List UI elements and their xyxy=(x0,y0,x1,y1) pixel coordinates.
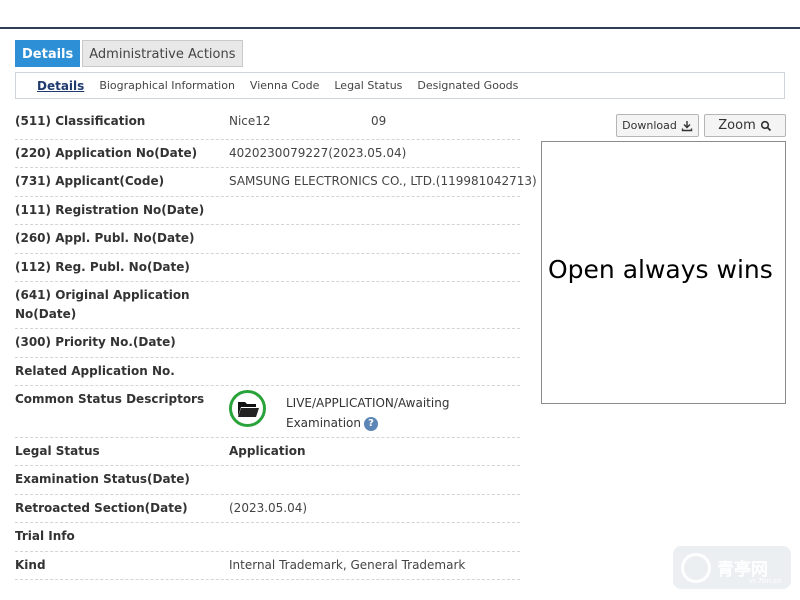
watermark-subtext: vr.7tin.cn xyxy=(749,577,782,585)
row-label: (731) Applicant(Code) xyxy=(15,174,165,188)
table-row: Retroacted Section(Date) (2023.05.04) xyxy=(15,495,520,523)
watermark-logo-icon xyxy=(681,552,711,583)
subtab-details[interactable]: Details xyxy=(37,79,84,93)
search-icon xyxy=(760,120,771,131)
table-row: Related Application No. xyxy=(15,358,520,386)
sub-tabs: Details Biographical Information Vienna … xyxy=(15,72,785,99)
row-value: Nice12 xyxy=(229,114,271,128)
folder-open-icon xyxy=(229,390,266,427)
row-label: (260) Appl. Publ. No(Date) xyxy=(15,231,195,245)
row-label: (112) Reg. Publ. No(Date) xyxy=(15,260,190,274)
zoom-button[interactable]: Zoom xyxy=(704,114,786,137)
table-row: Common Status Descriptors LIVE/APPLICATI… xyxy=(15,386,520,438)
row-label: (300) Priority No.(Date) xyxy=(15,335,176,349)
row-label: Common Status Descriptors xyxy=(15,392,205,406)
download-button[interactable]: Download xyxy=(616,114,699,137)
row-label-continued: No(Date) xyxy=(15,307,77,321)
header-divider xyxy=(0,27,800,29)
tab-administrative-actions[interactable]: Administrative Actions xyxy=(82,40,243,67)
row-label: Kind xyxy=(15,558,46,572)
status-descriptor: LIVE/APPLICATION/Awaiting Examination? xyxy=(286,393,486,433)
table-row: Trial Info xyxy=(15,523,520,552)
row-label: (220) Application No(Date) xyxy=(15,146,198,160)
row-value: 4020230079227(2023.05.04) xyxy=(229,146,407,160)
row-value: Internal Trademark, General Trademark xyxy=(229,558,466,572)
table-row: (112) Reg. Publ. No(Date) xyxy=(15,254,520,282)
row-value: SAMSUNG ELECTRONICS CO., LTD.(1199810427… xyxy=(229,174,537,188)
table-row: (511) Classification Nice12 09 xyxy=(15,108,520,140)
row-label: Legal Status xyxy=(15,444,100,458)
table-row: (300) Priority No.(Date) xyxy=(15,329,520,358)
table-row: Examination Status(Date) xyxy=(15,466,520,495)
main-tabs: Details Administrative Actions xyxy=(15,40,243,67)
status-text-line2: Examination xyxy=(286,416,362,430)
download-icon xyxy=(681,120,693,131)
row-value-secondary: 09 xyxy=(371,114,387,128)
subtab-biographical-information[interactable]: Biographical Information xyxy=(99,79,235,92)
table-row: Legal Status Application xyxy=(15,438,520,466)
table-row: (260) Appl. Publ. No(Date) xyxy=(15,225,520,254)
details-table: (511) Classification Nice12 09 (220) App… xyxy=(15,108,537,580)
status-text-line1: LIVE/APPLICATION/Awaiting xyxy=(286,396,450,410)
row-label: (641) Original Application xyxy=(15,288,190,302)
row-label: (511) Classification xyxy=(15,114,146,128)
download-label: Download xyxy=(622,119,677,132)
help-icon[interactable]: ? xyxy=(364,417,379,431)
watermark: 青亭网 vr.7tin.cn xyxy=(673,546,791,589)
row-label: Trial Info xyxy=(15,529,75,543)
trademark-mark-text: Open always wins xyxy=(548,255,773,284)
table-row: (220) Application No(Date) 4020230079227… xyxy=(15,140,520,168)
trademark-image: Open always wins xyxy=(541,141,786,404)
row-value: (2023.05.04) xyxy=(229,501,308,515)
table-row: (111) Registration No(Date) xyxy=(15,197,520,225)
tab-details[interactable]: Details xyxy=(15,40,81,67)
table-row: (641) Original Application No(Date) xyxy=(15,282,520,329)
row-label: Retroacted Section(Date) xyxy=(15,501,188,515)
table-row: Kind Internal Trademark, General Tradema… xyxy=(15,552,520,580)
row-label: Examination Status(Date) xyxy=(15,472,190,486)
table-row: (731) Applicant(Code) SAMSUNG ELECTRONIC… xyxy=(15,168,537,197)
subtab-vienna-code[interactable]: Vienna Code xyxy=(250,79,319,92)
subtab-legal-status[interactable]: Legal Status xyxy=(334,79,402,92)
row-label: Related Application No. xyxy=(15,364,175,378)
zoom-label: Zoom xyxy=(718,118,756,133)
row-label: (111) Registration No(Date) xyxy=(15,203,205,217)
subtab-designated-goods[interactable]: Designated Goods xyxy=(417,79,518,92)
row-value: Application xyxy=(229,444,306,458)
